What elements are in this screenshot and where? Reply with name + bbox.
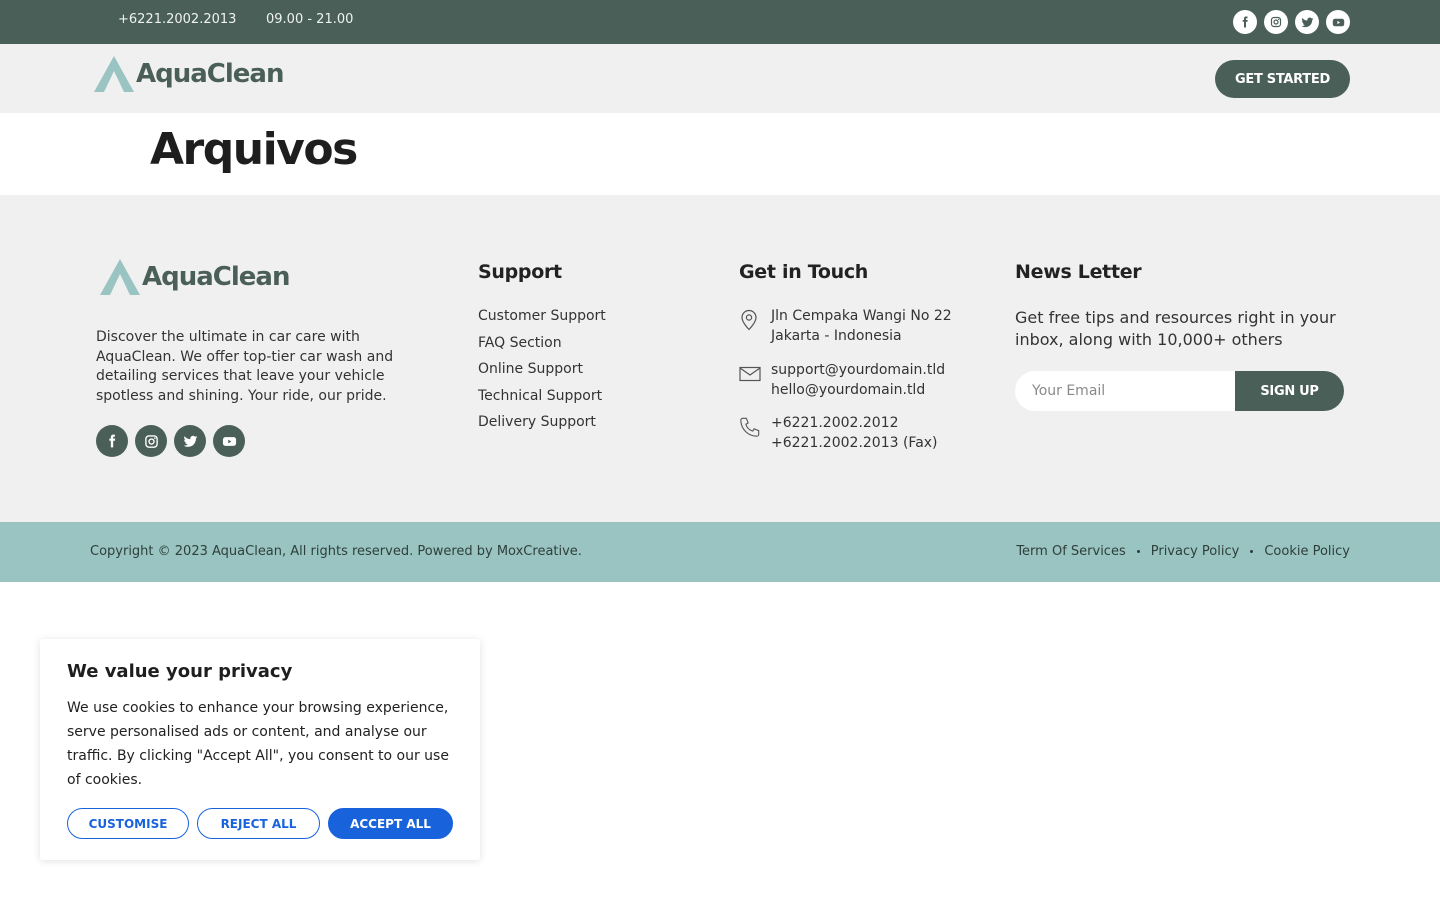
support-heading: Support: [478, 261, 562, 283]
youtube-icon[interactable]: [1326, 10, 1350, 34]
twitter-icon[interactable]: [1295, 10, 1319, 34]
logo-text: AquaClean: [142, 262, 290, 292]
topbar-hours: 09.00 - 21.00: [266, 12, 354, 27]
separator-dot: [1250, 550, 1254, 553]
footer-logo[interactable]: AquaClean: [100, 259, 290, 295]
contact-address: Jln Cempaka Wangi No 22 Jakarta - Indone…: [739, 307, 952, 346]
accept-all-button[interactable]: ACCEPT ALL: [328, 808, 453, 839]
site-header: AquaClean GET STARTED: [0, 44, 1440, 113]
separator-dot: [1136, 550, 1140, 553]
newsletter-heading: News Letter: [1015, 261, 1142, 283]
email-hello[interactable]: hello@yourdomain.tld: [771, 381, 945, 401]
logo-mark-icon: [94, 56, 134, 92]
support-link-delivery[interactable]: Delivery Support: [478, 413, 606, 440]
newsletter-form: SIGN UP: [1015, 371, 1344, 411]
cookie-consent-banner: We value your privacy We use cookies to …: [40, 639, 480, 860]
support-links: Customer Support FAQ Section Online Supp…: [478, 307, 606, 440]
touch-heading: Get in Touch: [739, 261, 869, 283]
footer-about: Discover the ultimate in car care with A…: [96, 329, 394, 404]
signup-button[interactable]: SIGN UP: [1235, 371, 1344, 411]
facebook-icon[interactable]: [96, 425, 128, 457]
facebook-icon[interactable]: [1233, 10, 1257, 34]
email-support[interactable]: support@yourdomain.tld: [771, 361, 945, 381]
logo-text: AquaClean: [136, 59, 284, 89]
topbar-phone[interactable]: +6221.2002.2013: [118, 12, 236, 27]
phone-icon: [739, 416, 761, 453]
legal-links: Term Of Services Privacy Policy Cookie P…: [1016, 544, 1350, 559]
newsletter-description: Get free tips and resources right in you…: [1015, 308, 1336, 349]
support-link-faq[interactable]: FAQ Section: [478, 334, 606, 361]
contact-phone: +6221.2002.2012 +6221.2002.2013 (Fax): [739, 414, 938, 453]
youtube-icon[interactable]: [213, 425, 245, 457]
phone-fax[interactable]: +6221.2002.2013 (Fax): [771, 434, 938, 454]
support-link-technical[interactable]: Technical Support: [478, 387, 606, 414]
support-link-customer[interactable]: Customer Support: [478, 307, 606, 334]
cookie-policy-link[interactable]: Cookie Policy: [1264, 544, 1350, 559]
newsletter-email-input[interactable]: [1015, 371, 1250, 411]
copyright-text: Copyright © 2023 AquaClean, All rights r…: [90, 544, 582, 559]
logo-mark-icon: [100, 259, 140, 295]
reject-all-button[interactable]: REJECT ALL: [197, 808, 320, 839]
site-footer: AquaClean Discover the ultimate in car c…: [0, 195, 1440, 522]
get-started-button[interactable]: GET STARTED: [1215, 60, 1350, 98]
site-logo[interactable]: AquaClean: [94, 56, 284, 92]
footer-socials: [96, 425, 245, 457]
customise-button[interactable]: CUSTOMISE: [67, 808, 189, 839]
terms-link[interactable]: Term Of Services: [1016, 544, 1125, 559]
copyright-bar: Copyright © 2023 AquaClean, All rights r…: [0, 522, 1440, 582]
phone-main[interactable]: +6221.2002.2012: [771, 414, 938, 434]
address-line-1: Jln Cempaka Wangi No 22: [771, 308, 952, 324]
top-bar: +6221.2002.2013 09.00 - 21.00: [0, 0, 1440, 44]
mail-icon: [739, 363, 761, 400]
privacy-link[interactable]: Privacy Policy: [1151, 544, 1240, 559]
instagram-icon[interactable]: [1264, 10, 1288, 34]
cookie-title: We value your privacy: [67, 661, 293, 682]
support-link-online[interactable]: Online Support: [478, 360, 606, 387]
map-pin-icon: [739, 309, 761, 346]
address-line-2: Jakarta - Indonesia: [771, 327, 902, 344]
topbar-socials: [1233, 10, 1350, 34]
twitter-icon[interactable]: [174, 425, 206, 457]
contact-email: support@yourdomain.tld hello@yourdomain.…: [739, 361, 945, 400]
cookie-text: We use cookies to enhance your browsing …: [67, 700, 449, 788]
page-title: Arquivos: [150, 124, 358, 175]
instagram-icon[interactable]: [135, 425, 167, 457]
